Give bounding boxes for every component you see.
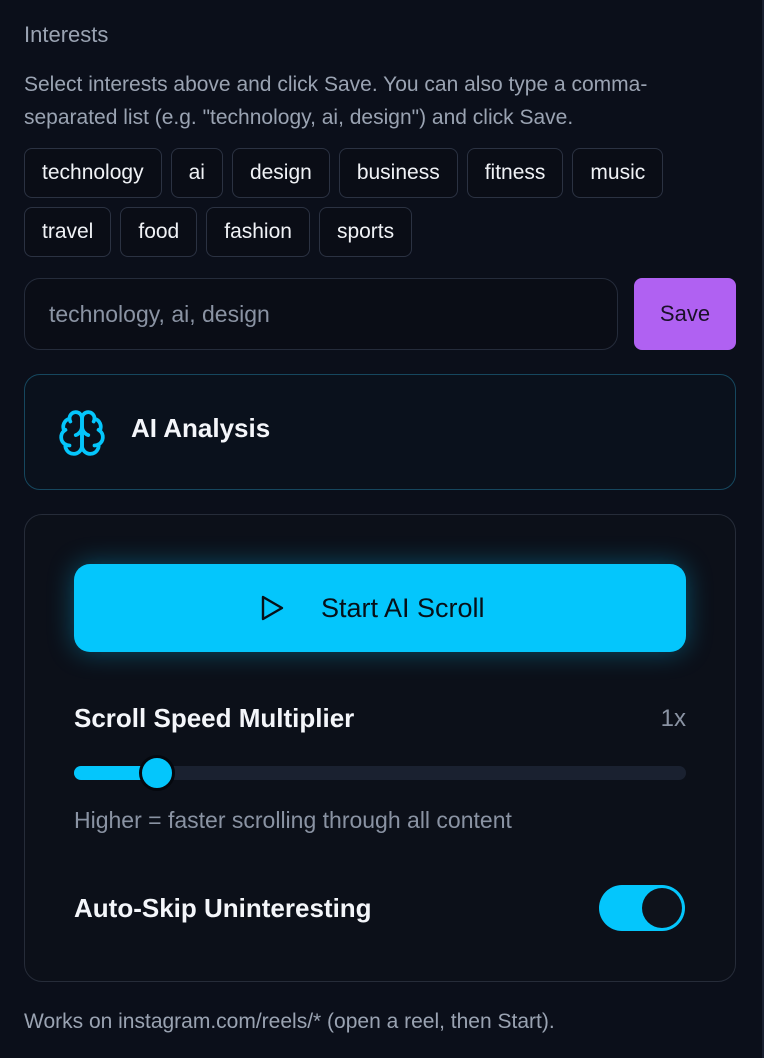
start-ai-scroll-button[interactable]: Start AI Scroll <box>74 564 686 652</box>
slider-thumb[interactable] <box>139 755 175 791</box>
scroll-control-card: Start AI Scroll Scroll Speed Multiplier … <box>24 514 736 982</box>
footer-note: Works on instagram.com/reels/* (open a r… <box>24 1010 555 1033</box>
interests-title: Interests <box>24 22 109 47</box>
interest-chips: technology ai design business fitness mu… <box>24 148 734 266</box>
play-icon <box>261 595 284 621</box>
toggle-knob <box>642 888 682 928</box>
chip-travel[interactable]: travel <box>24 207 112 257</box>
scroll-speed-help: Higher = faster scrolling through all co… <box>74 807 512 833</box>
start-ai-scroll-label: Start AI Scroll <box>321 593 485 623</box>
scroll-speed-slider[interactable] <box>74 755 686 791</box>
chip-fashion[interactable]: fashion <box>206 207 310 257</box>
save-button[interactable]: Save <box>634 278 736 350</box>
auto-skip-toggle[interactable] <box>599 885 685 931</box>
chip-row-1: technology ai design business fitness mu… <box>24 148 734 198</box>
interests-help-text: Select interests above and click Save. Y… <box>24 73 648 129</box>
ai-analysis-title: AI Analysis <box>131 413 271 443</box>
chip-food[interactable]: food <box>120 207 198 257</box>
interests-input[interactable] <box>24 278 618 350</box>
auto-skip-label: Auto-Skip Uninteresting <box>74 893 372 923</box>
chip-ai[interactable]: ai <box>170 148 223 198</box>
scroll-speed-value: 1x <box>660 705 686 732</box>
chip-row-2: travel food fashion sports <box>24 207 734 257</box>
chip-fitness[interactable]: fitness <box>466 148 564 198</box>
chip-business[interactable]: business <box>338 148 458 198</box>
chip-design[interactable]: design <box>231 148 330 198</box>
scroll-speed-label: Scroll Speed Multiplier <box>74 703 355 733</box>
chip-music[interactable]: music <box>572 148 664 198</box>
chip-sports[interactable]: sports <box>318 207 413 257</box>
ai-analysis-card[interactable]: AI Analysis <box>24 374 736 490</box>
brain-icon <box>59 410 105 456</box>
chip-technology[interactable]: technology <box>24 148 162 198</box>
